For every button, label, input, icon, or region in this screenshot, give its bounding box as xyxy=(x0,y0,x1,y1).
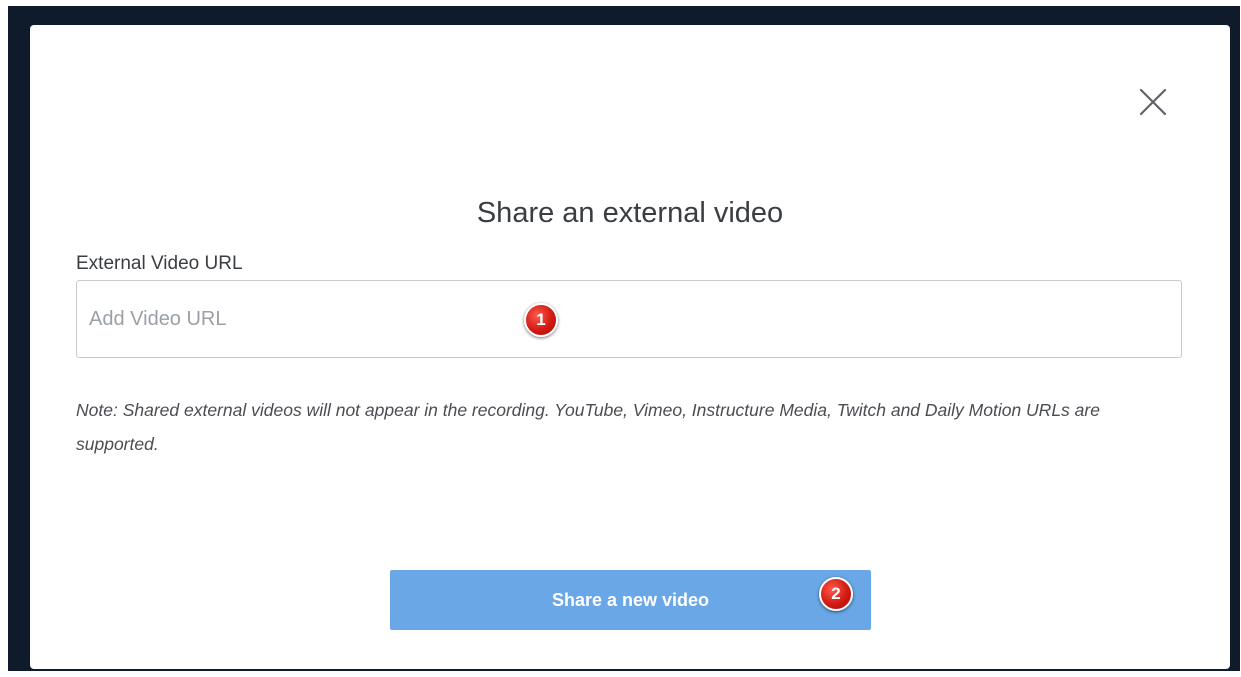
video-url-label: External Video URL xyxy=(76,253,243,274)
share-video-modal: Share an external video External Video U… xyxy=(30,25,1230,669)
video-url-input[interactable] xyxy=(76,280,1182,358)
share-video-button[interactable]: Share a new video xyxy=(390,570,871,630)
close-icon xyxy=(1139,88,1167,116)
close-button[interactable] xyxy=(1138,87,1168,117)
support-note: Note: Shared external videos will not ap… xyxy=(76,400,1100,454)
annotation-marker-2: 2 xyxy=(819,577,853,611)
modal-title: Share an external video xyxy=(476,197,784,229)
annotation-marker-1: 1 xyxy=(524,303,558,337)
